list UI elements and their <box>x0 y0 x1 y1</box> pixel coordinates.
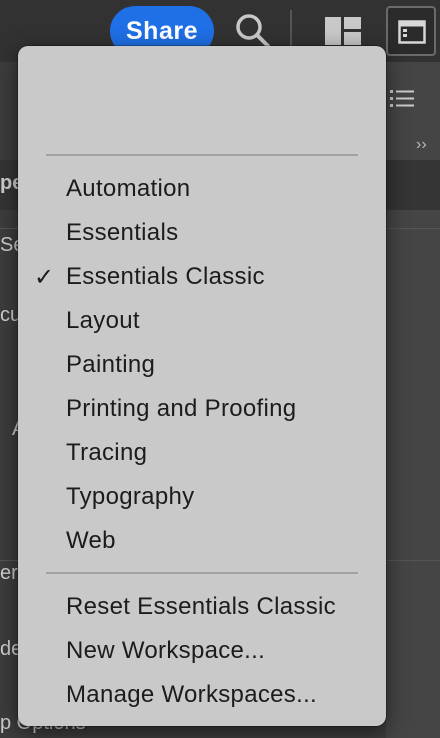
menu-item-label: Painting <box>66 351 156 378</box>
menu-item-label: Tracing <box>66 439 148 466</box>
workspace-switcher-icon <box>398 20 426 44</box>
menu-item-label: Essentials <box>66 219 179 246</box>
menu-item-label: Web <box>66 527 116 554</box>
menu-item-label: Typography <box>66 483 195 510</box>
menu-separator <box>46 572 358 574</box>
menu-item-new-workspace[interactable]: New Workspace... <box>18 629 386 673</box>
menu-item-label: New Workspace... <box>66 637 266 664</box>
menu-item-printing-and-proofing[interactable]: Printing and Proofing <box>18 387 386 431</box>
menu-item-label: Reset Essentials Classic <box>66 593 336 620</box>
menu-item-label: Layout <box>66 307 140 334</box>
menu-item-label: Automation <box>66 175 191 202</box>
workspace-switcher-button[interactable] <box>386 6 436 56</box>
menu-item-label: Essentials Classic <box>66 263 265 290</box>
menu-item-label: Manage Workspaces... <box>66 681 318 708</box>
menu-item-essentials-classic[interactable]: ✓ Essentials Classic <box>18 255 386 299</box>
menu-item-layout[interactable]: Layout <box>18 299 386 343</box>
menu-item-label: Printing and Proofing <box>66 395 297 422</box>
menu-item-tracing[interactable]: Tracing <box>18 431 386 475</box>
menu-item-essentials[interactable]: Essentials <box>18 211 386 255</box>
menu-item-typography[interactable]: Typography <box>18 475 386 519</box>
list-icon[interactable] <box>388 86 416 110</box>
checkmark-icon: ✓ <box>34 263 55 291</box>
menu-item-painting[interactable]: Painting <box>18 343 386 387</box>
menu-item-manage-workspaces[interactable]: Manage Workspaces... <box>18 673 386 717</box>
panel-text-fragment: er <box>0 562 18 584</box>
menu-item-reset-workspace[interactable]: Reset Essentials Classic <box>18 585 386 629</box>
menu-item-web[interactable]: Web <box>18 519 386 563</box>
menu-item-automation[interactable]: Automation <box>18 167 386 211</box>
arrange-documents-icon[interactable] <box>324 16 362 46</box>
collapse-panel-icon[interactable]: ›› <box>416 136 427 154</box>
search-icon[interactable] <box>234 12 272 50</box>
menu-separator <box>46 154 358 156</box>
workspace-menu: Automation Essentials ✓ Essentials Class… <box>18 46 386 726</box>
app-window: ›› pe Se cu A er de p Options Share <box>0 0 440 738</box>
